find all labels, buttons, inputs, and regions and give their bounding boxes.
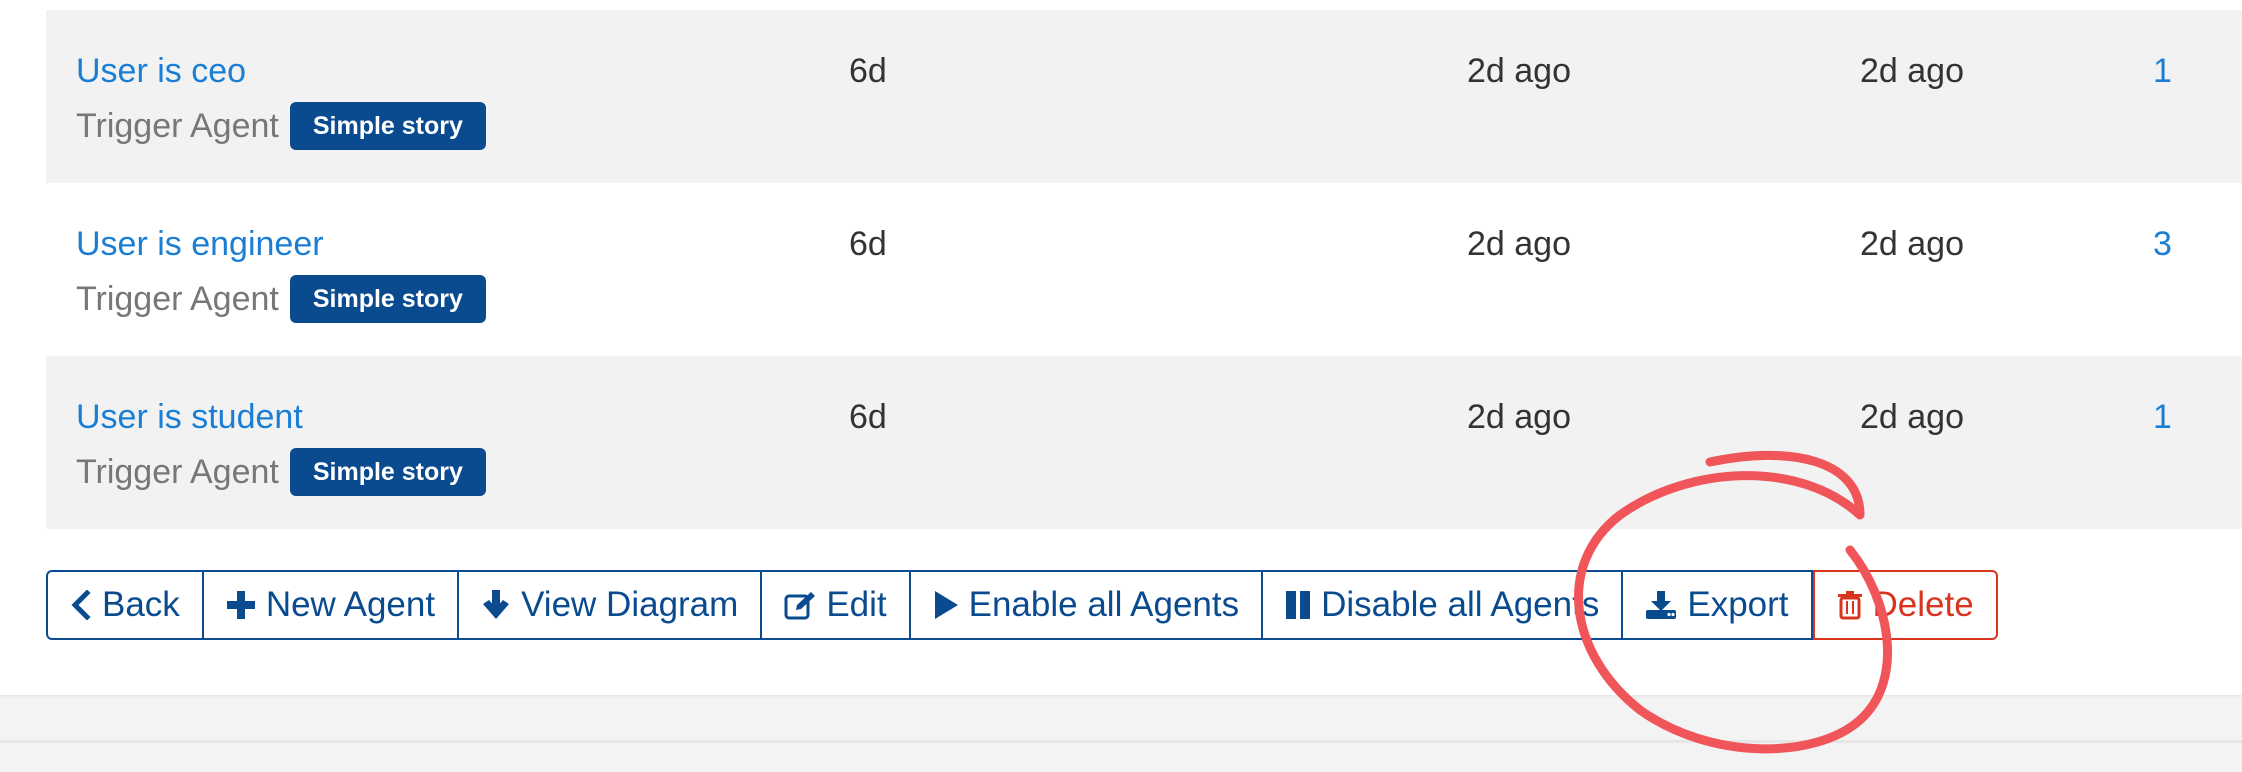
export-label: Export: [1687, 585, 1789, 624]
table-row: User is ceo Trigger Agent Simple story 6…: [46, 10, 2242, 183]
edit-label: Edit: [826, 585, 887, 624]
agent-age: 6d: [849, 398, 887, 436]
enable-all-agents-button[interactable]: Enable all Agents: [910, 570, 1264, 640]
agent-last-event: 2d ago: [1860, 225, 1964, 263]
agent-age: 6d: [849, 225, 887, 263]
agent-last-check: 2d ago: [1467, 52, 1571, 90]
disable-all-agents-label: Disable all Agents: [1321, 585, 1600, 624]
chevron-left-icon: [70, 590, 92, 620]
agent-events-count-link[interactable]: 3: [2153, 225, 2172, 264]
edit-icon: [784, 590, 816, 620]
footer-divider: [0, 740, 2242, 743]
agent-last-check: 2d ago: [1467, 398, 1571, 436]
agent-name-link[interactable]: User is ceo: [76, 52, 246, 91]
arrow-down-icon: [481, 589, 511, 621]
disable-all-agents-button[interactable]: Disable all Agents: [1263, 570, 1624, 640]
agent-type-label: Trigger Agent: [76, 452, 279, 491]
agent-name-link[interactable]: User is student: [76, 398, 303, 437]
view-diagram-button[interactable]: View Diagram: [459, 570, 763, 640]
download-icon: [1645, 590, 1677, 620]
back-label: Back: [102, 585, 180, 624]
edit-button[interactable]: Edit: [762, 570, 911, 640]
new-agent-label: New Agent: [265, 585, 436, 624]
scenario-badge[interactable]: Simple story: [289, 448, 486, 496]
agent-type-label: Trigger Agent: [76, 106, 279, 145]
page: User is ceo Trigger Agent Simple story 6…: [0, 0, 2242, 772]
back-button[interactable]: Back: [46, 570, 204, 640]
agent-last-event: 2d ago: [1860, 52, 1964, 90]
agent-type: Trigger Agent Simple story: [76, 102, 486, 150]
delete-label: Delete: [1872, 585, 1974, 624]
new-agent-button[interactable]: New Agent: [203, 570, 460, 640]
agent-type: Trigger Agent Simple story: [76, 275, 486, 323]
table-row: User is student Trigger Agent Simple sto…: [46, 356, 2242, 529]
agent-type: Trigger Agent Simple story: [76, 448, 486, 496]
agent-events-count-link[interactable]: 1: [2153, 52, 2172, 91]
scenario-badge[interactable]: Simple story: [289, 275, 486, 323]
agent-age: 6d: [849, 52, 887, 90]
agents-panel: User is ceo Trigger Agent Simple story 6…: [0, 0, 2242, 695]
scenario-badge[interactable]: Simple story: [289, 102, 486, 150]
agent-name-link[interactable]: User is engineer: [76, 225, 324, 264]
play-icon: [933, 590, 959, 620]
pause-icon: [1285, 590, 1311, 620]
table-row: User is engineer Trigger Agent Simple st…: [46, 183, 2242, 356]
agent-events-count-link[interactable]: 1: [2153, 398, 2172, 437]
export-button[interactable]: Export: [1623, 570, 1813, 640]
agents-table: User is ceo Trigger Agent Simple story 6…: [46, 10, 2242, 529]
view-diagram-label: View Diagram: [521, 585, 739, 624]
agent-type-label: Trigger Agent: [76, 279, 279, 318]
enable-all-agents-label: Enable all Agents: [968, 585, 1240, 624]
agent-last-check: 2d ago: [1467, 225, 1571, 263]
agent-last-event: 2d ago: [1860, 398, 1964, 436]
delete-button[interactable]: Delete: [1812, 570, 1998, 640]
plus-icon: [226, 590, 256, 620]
trash-icon: [1837, 590, 1863, 620]
scenario-actions-toolbar: Back New Agent View Diagram Edit Enable …: [46, 570, 1998, 640]
